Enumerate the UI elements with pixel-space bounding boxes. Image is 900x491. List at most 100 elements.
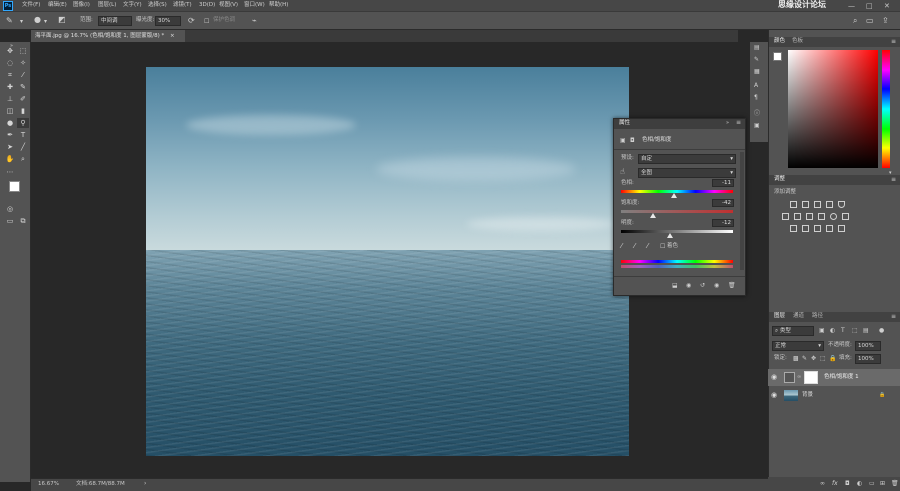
swatches-icon[interactable]: ▦: [754, 68, 760, 75]
tab-paths[interactable]: 路径: [812, 313, 823, 320]
screen-mode-icon[interactable]: ▭: [4, 216, 16, 226]
chevron-down-icon[interactable]: ▾: [44, 18, 47, 25]
menu-help[interactable]: 帮助(H): [269, 2, 288, 9]
status-menu-arrow-icon[interactable]: ›: [144, 481, 146, 487]
lock-all-icon[interactable]: 🔒: [829, 355, 836, 362]
layer-name[interactable]: 色相/饱和度 1: [824, 374, 859, 381]
targeted-adjustment-hand-icon[interactable]: ☝: [620, 167, 625, 176]
paragraph-icon[interactable]: ¶: [754, 94, 758, 101]
saturation-value-field[interactable]: -42: [712, 199, 734, 207]
eyedropper-icon[interactable]: ⁄: [621, 242, 622, 250]
zoom-tool-icon[interactable]: ⌕: [17, 154, 29, 164]
document-tab[interactable]: 海平面.jpg @ 16.7% (色相/饱和度 1, 图层蒙版/8) * ×: [31, 30, 185, 42]
tab-swatches[interactable]: 色板: [792, 38, 803, 45]
color-picker-field[interactable]: [788, 50, 878, 168]
lock-paint-icon[interactable]: ✎: [802, 355, 807, 362]
airbrush-icon[interactable]: ⟳: [188, 16, 195, 25]
folder-icon[interactable]: ▭: [869, 480, 875, 487]
tab-adjustments[interactable]: 调整: [774, 176, 785, 183]
filter-pixel-icon[interactable]: ▣: [819, 327, 825, 334]
history-icon[interactable]: ▤: [754, 44, 760, 51]
hue-saturation-icon[interactable]: [794, 213, 801, 220]
menu-3d[interactable]: 3D(D): [199, 2, 215, 9]
trash-icon[interactable]: 🗑: [891, 480, 899, 487]
brush-panel-icon[interactable]: ✎: [754, 56, 759, 63]
lightness-slider-thumb[interactable]: [667, 233, 674, 238]
trash-icon[interactable]: 🗑: [728, 282, 736, 289]
brush-preset-icon[interactable]: ●: [34, 15, 41, 24]
curves-icon[interactable]: [814, 201, 821, 208]
close-tab-icon[interactable]: ×: [170, 33, 175, 39]
lasso-tool-icon[interactable]: ◌: [4, 58, 16, 68]
hue-strip[interactable]: [882, 50, 890, 168]
colorize-checkbox[interactable]: ☐: [660, 243, 665, 250]
gradient-map-triangle-icon[interactable]: [838, 201, 845, 208]
hue-slider-track[interactable]: [621, 190, 733, 193]
info-icon[interactable]: ⓘ: [754, 108, 760, 117]
magic-wand-icon[interactable]: ✧: [17, 58, 29, 68]
vibrance-icon[interactable]: [782, 213, 789, 220]
layer-row-hue-saturation[interactable]: ◉ ∞ 色相/饱和度 1: [768, 369, 900, 386]
more-tools-icon[interactable]: ⋯: [4, 167, 16, 177]
posterize-icon[interactable]: [802, 225, 809, 232]
link-icon[interactable]: ∞: [797, 374, 801, 380]
gradient-map-icon[interactable]: [838, 225, 845, 232]
hue-slider-thumb[interactable]: [670, 193, 677, 198]
frame-icon[interactable]: ⧉: [17, 216, 29, 226]
layer-filter-select[interactable]: ⌕ 类型: [772, 326, 814, 336]
foreground-color-swatch[interactable]: [9, 181, 20, 192]
healing-brush-icon[interactable]: ✚: [4, 82, 16, 92]
visibility-eye-icon[interactable]: ◉: [771, 373, 777, 381]
eyedropper-plus-icon[interactable]: ⁄: [634, 242, 635, 250]
search-icon[interactable]: ⌕: [853, 16, 857, 26]
invert-icon[interactable]: [790, 225, 797, 232]
dodge-tool-icon[interactable]: ✎: [6, 16, 13, 25]
brush-settings-icon[interactable]: ◩: [58, 15, 66, 24]
eraser-tool-icon[interactable]: ◫: [4, 106, 16, 116]
properties-icon[interactable]: ▣: [754, 122, 760, 129]
lock-position-icon[interactable]: ✥: [811, 355, 816, 362]
visibility-eye-icon[interactable]: ◉: [714, 282, 719, 289]
move-tool-icon[interactable]: ✥: [4, 46, 16, 56]
brush-tool-icon[interactable]: ✎: [17, 82, 29, 92]
panel-menu-icon[interactable]: ≡: [736, 120, 741, 126]
eyedropper-minus-icon[interactable]: ⁄: [647, 242, 648, 250]
visibility-eye-icon[interactable]: ◉: [771, 391, 777, 399]
marquee-tool-icon[interactable]: ⬚: [17, 46, 29, 56]
opacity-field[interactable]: 100%: [855, 341, 881, 351]
fx-icon[interactable]: fx: [832, 480, 838, 487]
mask-icon[interactable]: ◘: [630, 137, 635, 144]
type-tool-icon[interactable]: T: [17, 130, 29, 140]
panel-menu-icon[interactable]: ≡: [891, 176, 896, 183]
crop-tool-icon[interactable]: ⌗: [4, 70, 16, 80]
fill-field[interactable]: 100%: [855, 354, 881, 364]
panel-menu-icon[interactable]: ≡: [891, 313, 896, 320]
brightness-icon[interactable]: [790, 201, 797, 208]
channel-mixer-icon[interactable]: [842, 213, 849, 220]
close-window-button[interactable]: ✕: [884, 2, 890, 10]
zoom-level[interactable]: 16.67%: [38, 481, 59, 488]
lightness-slider-track[interactable]: [621, 230, 733, 233]
hue-value-field[interactable]: -11: [712, 179, 734, 187]
photo-filter-icon[interactable]: [830, 213, 837, 220]
properties-tab[interactable]: 属性: [619, 120, 630, 127]
menu-image[interactable]: 图像(I): [73, 2, 90, 9]
path-selection-icon[interactable]: ➤: [4, 142, 16, 152]
threshold-icon[interactable]: [814, 225, 821, 232]
filter-adjustment-icon[interactable]: ◐: [830, 327, 835, 334]
exposure-icon[interactable]: [826, 201, 833, 208]
lightness-value-field[interactable]: -12: [712, 219, 734, 227]
blend-mode-select[interactable]: 正常 ▾: [772, 341, 824, 351]
menu-select[interactable]: 选择(S): [148, 2, 167, 9]
maximize-button[interactable]: □: [866, 2, 873, 10]
menu-type[interactable]: 文字(Y): [123, 2, 142, 9]
quick-mask-icon[interactable]: ◎: [4, 204, 16, 214]
tab-layers[interactable]: 图层: [774, 313, 785, 320]
scrollbar[interactable]: [740, 152, 744, 270]
foreground-color-swatch[interactable]: [773, 52, 782, 61]
panel-menu-icon[interactable]: ≡: [891, 38, 896, 45]
minimize-button[interactable]: —: [848, 2, 855, 10]
workspace-icon[interactable]: ▭: [866, 16, 874, 25]
filter-smart-icon[interactable]: ▤: [863, 327, 869, 334]
link-icon[interactable]: ∞: [820, 480, 825, 487]
